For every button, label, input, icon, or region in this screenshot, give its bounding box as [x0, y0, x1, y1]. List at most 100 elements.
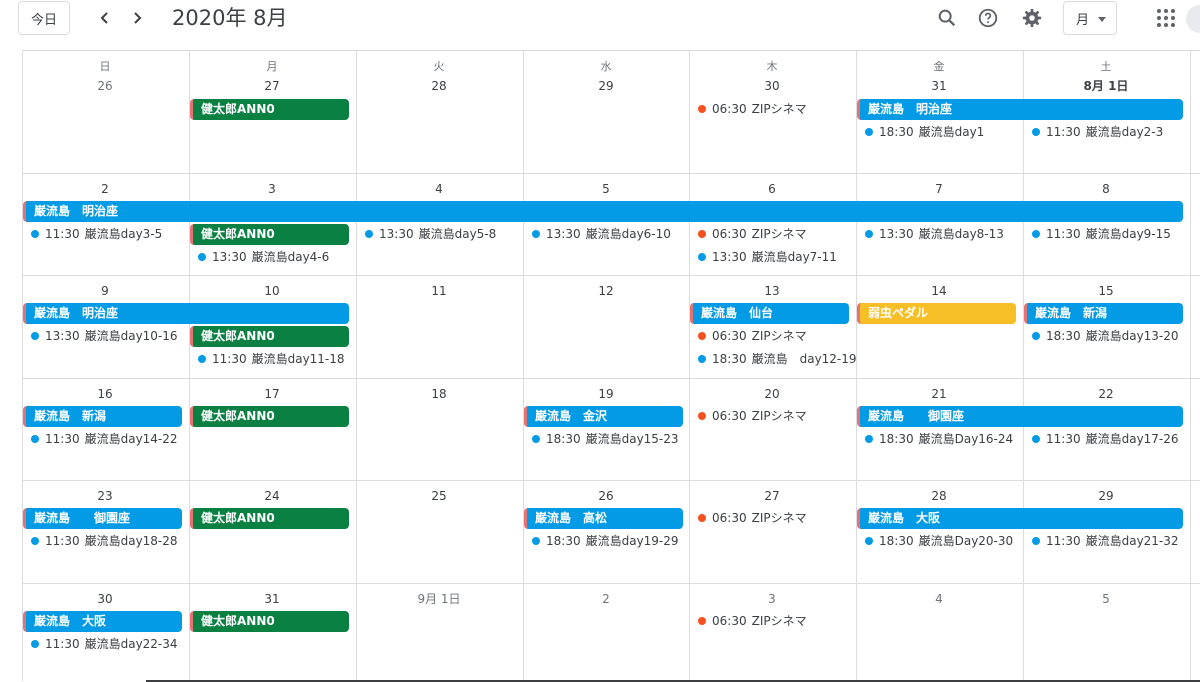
day-number[interactable]: 8月 1日: [1023, 78, 1189, 94]
day-number[interactable]: 20: [689, 386, 855, 402]
grid-column-divider: [22, 51, 23, 681]
day-number[interactable]: 11: [356, 283, 522, 299]
day-number[interactable]: 17: [189, 386, 355, 402]
all-day-event[interactable]: 巌流島 御園座: [857, 406, 1183, 427]
all-day-event[interactable]: 巌流島 金沢: [524, 406, 683, 427]
all-day-event[interactable]: 巌流島 仙台: [690, 303, 849, 324]
timed-event[interactable]: 06:30 ZIPシネマ: [698, 611, 807, 631]
timed-event[interactable]: 13:30 巌流島day7-11: [698, 247, 837, 267]
day-number[interactable]: 19: [523, 386, 689, 402]
day-number[interactable]: 5: [523, 181, 689, 197]
day-number[interactable]: 12: [523, 283, 689, 299]
timed-event[interactable]: 11:30 巌流島day18-28: [31, 531, 178, 551]
day-number[interactable]: 18: [356, 386, 522, 402]
today-button[interactable]: 今日: [18, 1, 70, 35]
all-day-event[interactable]: 巌流島 明治座: [857, 99, 1183, 120]
day-number[interactable]: 2: [22, 181, 188, 197]
all-day-event[interactable]: 巌流島 大阪: [23, 611, 182, 632]
day-number[interactable]: 28: [356, 78, 522, 94]
timed-event[interactable]: 06:30 ZIPシネマ: [698, 406, 807, 426]
day-number[interactable]: 4: [356, 181, 522, 197]
timed-event[interactable]: 13:30 巌流島day10-16: [31, 326, 178, 346]
day-number[interactable]: 31: [856, 78, 1022, 94]
day-number[interactable]: 3: [189, 181, 355, 197]
day-number[interactable]: 14: [856, 283, 1022, 299]
day-number[interactable]: 30: [689, 78, 855, 94]
timed-event[interactable]: 06:30 ZIPシネマ: [698, 99, 807, 119]
day-number[interactable]: 13: [689, 283, 855, 299]
timed-event[interactable]: 06:30 ZIPシネマ: [698, 224, 807, 244]
day-number[interactable]: 8: [1023, 181, 1189, 197]
day-number[interactable]: 30: [22, 591, 188, 607]
all-day-event[interactable]: 健太郎ANN0: [190, 406, 349, 427]
day-number[interactable]: 24: [189, 488, 355, 504]
day-number[interactable]: 9月 1日: [356, 591, 522, 607]
account-avatar[interactable]: [1186, 5, 1200, 33]
timed-event[interactable]: 18:30 巌流島Day20-30: [865, 531, 1013, 551]
timed-event[interactable]: 13:30 巌流島day4-6: [198, 247, 329, 267]
event-time: 06:30: [712, 409, 747, 423]
all-day-event[interactable]: 健太郎ANN0: [190, 99, 349, 120]
day-number[interactable]: 29: [523, 78, 689, 94]
timed-event[interactable]: 11:30 巌流島day22-34: [31, 634, 178, 654]
day-number[interactable]: 4: [856, 591, 1022, 607]
timed-event[interactable]: 06:30 ZIPシネマ: [698, 508, 807, 528]
all-day-event[interactable]: 巌流島 明治座: [23, 201, 1183, 222]
day-number[interactable]: 2: [523, 591, 689, 607]
all-day-event[interactable]: 弱虫ペダル: [857, 303, 1016, 324]
day-number[interactable]: 27: [689, 488, 855, 504]
timed-event[interactable]: 06:30 ZIPシネマ: [698, 326, 807, 346]
timed-event[interactable]: 18:30 巌流島 day12-19: [698, 349, 857, 369]
day-number[interactable]: 23: [22, 488, 188, 504]
timed-event[interactable]: 11:30 巌流島day2-3: [1032, 122, 1163, 142]
all-day-event[interactable]: 巌流島 新潟: [1024, 303, 1183, 324]
day-number[interactable]: 21: [856, 386, 1022, 402]
timed-event[interactable]: 18:30 巌流島day1: [865, 122, 984, 142]
all-day-event[interactable]: 健太郎ANN0: [190, 611, 349, 632]
timed-event[interactable]: 11:30 巌流島day9-15: [1032, 224, 1171, 244]
day-number[interactable]: 10: [189, 283, 355, 299]
help-button[interactable]: [974, 4, 1002, 32]
timed-event[interactable]: 13:30 巌流島day6-10: [532, 224, 671, 244]
all-day-event[interactable]: 健太郎ANN0: [190, 326, 349, 347]
all-day-event[interactable]: 健太郎ANN0: [190, 508, 349, 529]
day-number[interactable]: 6: [689, 181, 855, 197]
timed-event[interactable]: 18:30 巌流島day13-20: [1032, 326, 1179, 346]
day-number[interactable]: 28: [856, 488, 1022, 504]
all-day-event[interactable]: 健太郎ANN0: [190, 224, 349, 245]
all-day-event[interactable]: 巌流島 高松: [524, 508, 683, 529]
day-number[interactable]: 26: [523, 488, 689, 504]
timed-event[interactable]: 11:30 巌流島day11-18: [198, 349, 345, 369]
all-day-event[interactable]: 巌流島 新潟: [23, 406, 182, 427]
day-number[interactable]: 27: [189, 78, 355, 94]
timed-event[interactable]: 11:30 巌流島day3-5: [31, 224, 162, 244]
all-day-event[interactable]: 巌流島 明治座: [23, 303, 349, 324]
timed-event[interactable]: 11:30 巌流島day21-32: [1032, 531, 1179, 551]
timed-event[interactable]: 18:30 巌流島day15-23: [532, 429, 679, 449]
day-number[interactable]: 5: [1023, 591, 1189, 607]
day-number[interactable]: 26: [22, 78, 188, 94]
timed-event[interactable]: 18:30 巌流島Day16-24: [865, 429, 1013, 449]
view-selector[interactable]: 月: [1063, 1, 1117, 35]
day-number[interactable]: 16: [22, 386, 188, 402]
settings-button[interactable]: [1018, 4, 1046, 32]
apps-button[interactable]: [1152, 4, 1180, 32]
day-number[interactable]: 15: [1023, 283, 1189, 299]
timed-event[interactable]: 18:30 巌流島day19-29: [532, 531, 679, 551]
timed-event[interactable]: 13:30 巌流島day8-13: [865, 224, 1004, 244]
timed-event[interactable]: 13:30 巌流島day5-8: [365, 224, 496, 244]
day-number[interactable]: 7: [856, 181, 1022, 197]
timed-event[interactable]: 11:30 巌流島day14-22: [31, 429, 178, 449]
day-number[interactable]: 9: [22, 283, 188, 299]
all-day-event[interactable]: 巌流島 御園座: [23, 508, 182, 529]
timed-event[interactable]: 11:30 巌流島day17-26: [1032, 429, 1179, 449]
search-button[interactable]: [933, 4, 961, 32]
next-month-button[interactable]: [124, 4, 150, 32]
day-number[interactable]: 25: [356, 488, 522, 504]
day-number[interactable]: 29: [1023, 488, 1189, 504]
day-number[interactable]: 3: [689, 591, 855, 607]
prev-month-button[interactable]: [92, 4, 118, 32]
all-day-event[interactable]: 巌流島 大阪: [857, 508, 1183, 529]
day-number[interactable]: 22: [1023, 386, 1189, 402]
day-number[interactable]: 31: [189, 591, 355, 607]
